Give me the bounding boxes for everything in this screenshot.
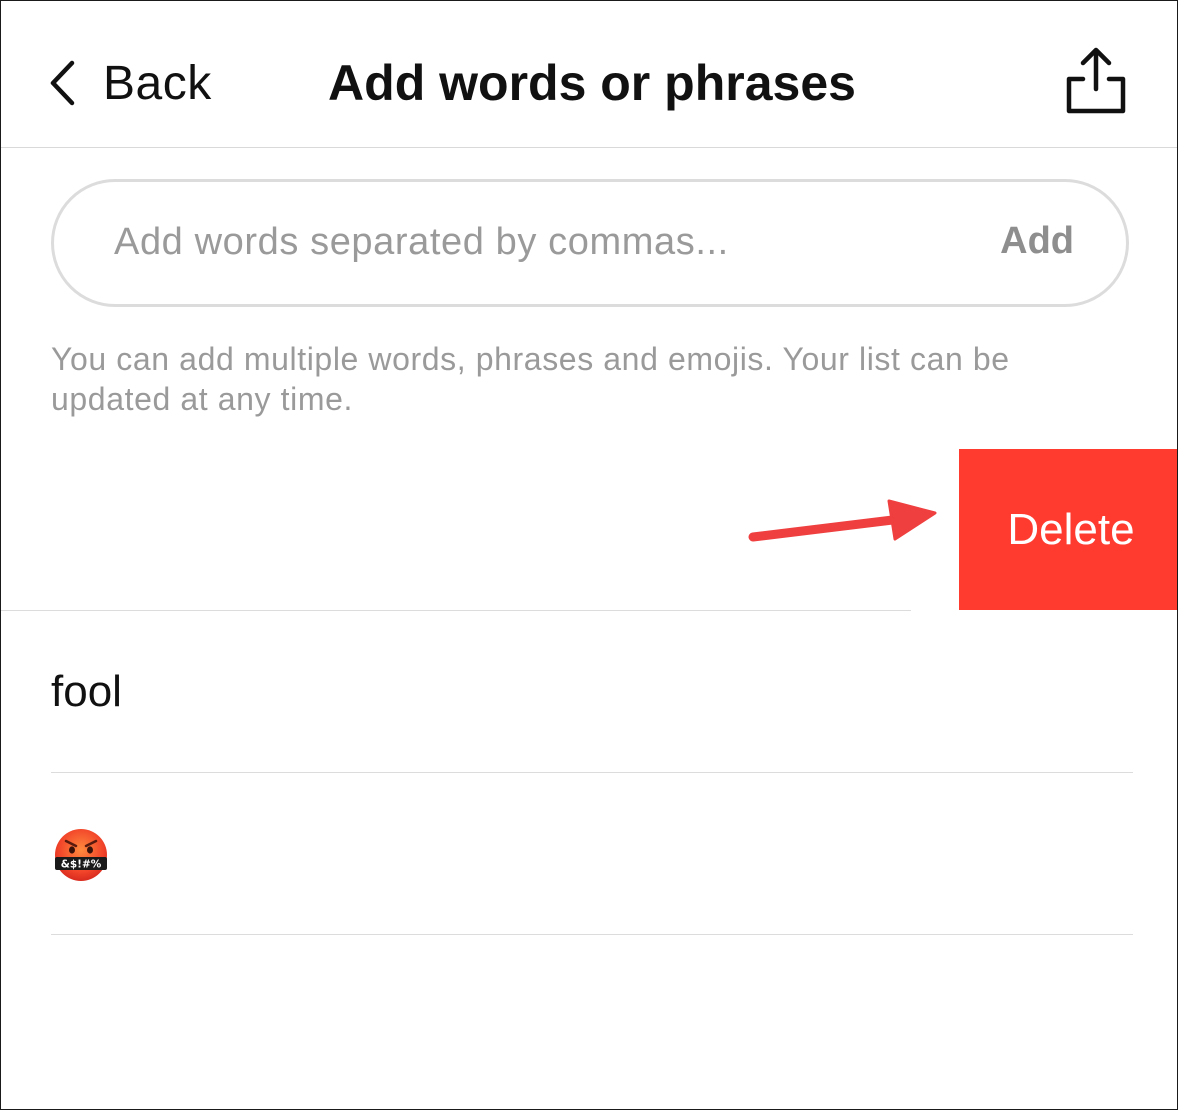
share-icon [1066,47,1126,114]
list-item-label: fool [51,666,122,716]
list-item[interactable]: &$!#% [51,773,1133,935]
word-input[interactable] [114,212,934,272]
arrow-annotation-icon [748,499,937,542]
page-title: Add words or phrases [328,55,856,111]
nav-bar: Back Add words or phrases [1,1,1177,148]
list-item[interactable]: fool [51,611,1133,773]
share-button[interactable] [1063,45,1129,120]
emoji-symbols-text: &$!#% [61,858,102,870]
blocked-words-list: fool &$!#% [51,611,1133,935]
delete-button[interactable]: Delete [959,449,1177,610]
delete-label: Delete [1007,504,1135,554]
helper-text: You can add multiple words, phrases and … [51,341,1010,417]
face-with-symbols-on-mouth-emoji-icon: &$!#% [53,827,109,883]
screen: Back Add words or phrases Add You can ad… [0,0,1178,1110]
add-button[interactable]: Add [1000,220,1074,263]
word-input-container: Add [51,179,1129,307]
